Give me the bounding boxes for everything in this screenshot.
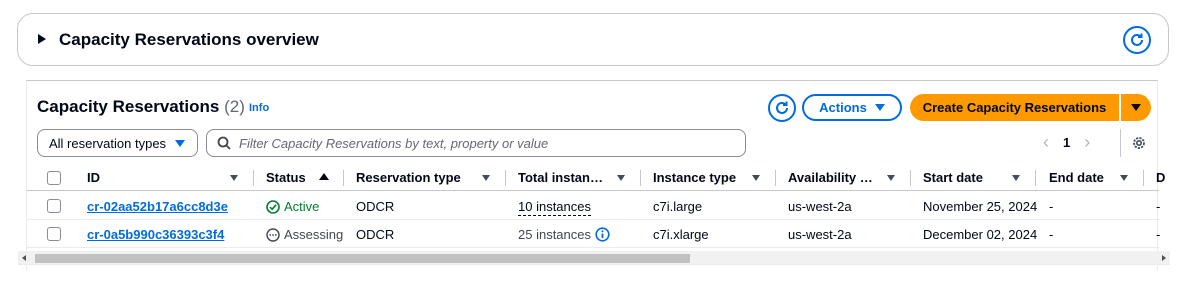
caret-down-icon — [874, 104, 885, 111]
refresh-icon — [776, 101, 788, 114]
status-text: Assessing — [284, 227, 344, 242]
table-refresh-button[interactable] — [768, 94, 796, 122]
column-divider[interactable] — [910, 170, 911, 186]
column-divider[interactable] — [253, 170, 254, 186]
sort-icon[interactable] — [752, 175, 760, 181]
table-title-text: Capacity Reservations — [37, 97, 220, 116]
info-circle-icon[interactable] — [595, 227, 610, 242]
column-header-start-date[interactable]: Start date — [923, 170, 983, 185]
caret-down-icon — [175, 139, 185, 147]
instance-type-cell: c7i.xlarge — [653, 227, 709, 242]
gear-icon[interactable] — [1131, 135, 1147, 151]
scroll-left-arrow-icon[interactable] — [22, 255, 26, 261]
reservation-type-cell: ODCR — [356, 199, 395, 214]
pager-divider — [1120, 129, 1121, 157]
table-row[interactable]: cr-0a5b990c36393c3f4 Assessing ODCR 25 i… — [27, 220, 1161, 248]
actions-label: Actions — [819, 100, 867, 115]
sort-ascending-icon[interactable] — [319, 173, 329, 180]
column-header-availability-zone[interactable]: Availability … — [788, 170, 873, 185]
check-circle-icon — [266, 199, 280, 214]
caret-down-icon — [1131, 104, 1141, 111]
sort-icon[interactable] — [230, 175, 238, 181]
table-header: ID Status Reservation type Total instan…… — [27, 165, 1165, 191]
total-instances-cell: 25 instances — [518, 227, 610, 242]
column-divider[interactable] — [343, 170, 344, 186]
pagination: ‹ 1 › — [1043, 133, 1090, 151]
table-count: (2) — [224, 97, 245, 116]
column-header-reservation-type[interactable]: Reservation type — [356, 170, 461, 185]
row-checkbox[interactable] — [47, 199, 61, 213]
column-divider[interactable] — [1143, 170, 1144, 186]
horizontal-scrollbar[interactable] — [18, 251, 1170, 265]
end-date-cell: - — [1049, 199, 1054, 214]
status-cell: Assessing — [266, 227, 343, 242]
column-header-status[interactable]: Status — [266, 170, 306, 185]
availability-zone-cell: us-west-2a — [788, 199, 852, 214]
reservation-id-link[interactable]: cr-02aa52b17a6cc8d3e — [87, 199, 228, 214]
select-all-checkbox[interactable] — [47, 171, 61, 185]
status-cell: Active — [266, 199, 319, 214]
row-checkbox[interactable] — [47, 227, 61, 241]
filter-placeholder: Filter Capacity Reservations by text, pr… — [239, 135, 549, 151]
table-title: Capacity Reservations (2) — [37, 97, 245, 117]
column-divider[interactable] — [775, 170, 776, 186]
capacity-reservations-table: Capacity Reservations (2) Info Actions C… — [26, 80, 1165, 270]
reservation-type-cell: ODCR — [356, 227, 395, 242]
start-date-cell: November 25, 2024 — [923, 199, 1038, 214]
overview-refresh-button[interactable] — [1123, 26, 1151, 54]
reservation-id-link[interactable]: cr-0a5b990c36393c3f4 — [87, 227, 224, 242]
start-date-cell: December 02, 2024 — [923, 227, 1038, 242]
filter-input[interactable]: Filter Capacity Reservations by text, pr… — [206, 129, 746, 157]
column-header-end-date[interactable]: End date — [1049, 170, 1104, 185]
reservation-type-select[interactable]: All reservation types — [37, 129, 198, 157]
column-divider[interactable] — [1035, 170, 1036, 186]
column-header-total-instances[interactable]: Total instan… — [518, 170, 603, 185]
total-instances-text: 25 instances — [518, 227, 591, 242]
column-divider[interactable] — [640, 170, 641, 186]
availability-zone-cell: us-west-2a — [788, 227, 852, 242]
column-header-instance-type[interactable]: Instance type — [653, 170, 736, 185]
sort-icon[interactable] — [482, 175, 490, 181]
info-link[interactable]: Info — [249, 102, 269, 114]
overview-title[interactable]: Capacity Reservations overview — [59, 30, 319, 50]
d-cell: - — [1156, 227, 1161, 242]
instance-type-cell: c7i.large — [653, 199, 703, 214]
create-capacity-reservations-button[interactable]: Create Capacity Reservations — [910, 94, 1119, 121]
status-text: Active — [284, 199, 320, 214]
refresh-icon — [1131, 33, 1143, 46]
expand-caret-icon[interactable] — [38, 34, 46, 44]
scrollbar-thumb[interactable] — [35, 254, 690, 263]
in-progress-icon — [266, 227, 280, 242]
actions-dropdown-button[interactable]: Actions — [802, 94, 902, 121]
d-cell: - — [1156, 199, 1161, 214]
total-instances-text[interactable]: 10 instances — [518, 199, 591, 216]
chevron-left-icon[interactable]: ‹ — [1043, 133, 1049, 151]
sort-icon[interactable] — [1120, 175, 1128, 181]
end-date-cell: - — [1049, 227, 1054, 242]
sort-icon[interactable] — [887, 175, 895, 181]
total-instances-cell[interactable]: 10 instances — [518, 199, 591, 216]
chevron-right-icon[interactable]: › — [1084, 133, 1090, 151]
create-label: Create Capacity Reservations — [922, 100, 1107, 115]
page-number[interactable]: 1 — [1063, 135, 1070, 150]
scroll-right-arrow-icon[interactable] — [1162, 255, 1166, 261]
sort-icon[interactable] — [617, 175, 625, 181]
reservation-type-value: All reservation types — [49, 135, 167, 151]
overview-panel: Capacity Reservations overview — [17, 13, 1169, 66]
column-header-id[interactable]: ID — [87, 170, 100, 185]
column-header-d[interactable]: D — [1156, 170, 1165, 185]
column-divider[interactable] — [505, 170, 506, 186]
sort-icon[interactable] — [1012, 175, 1020, 181]
create-split-dropdown-button[interactable] — [1121, 94, 1151, 121]
search-icon — [217, 136, 231, 150]
table-row[interactable]: cr-02aa52b17a6cc8d3e Active ODCR 10 inst… — [27, 192, 1161, 220]
